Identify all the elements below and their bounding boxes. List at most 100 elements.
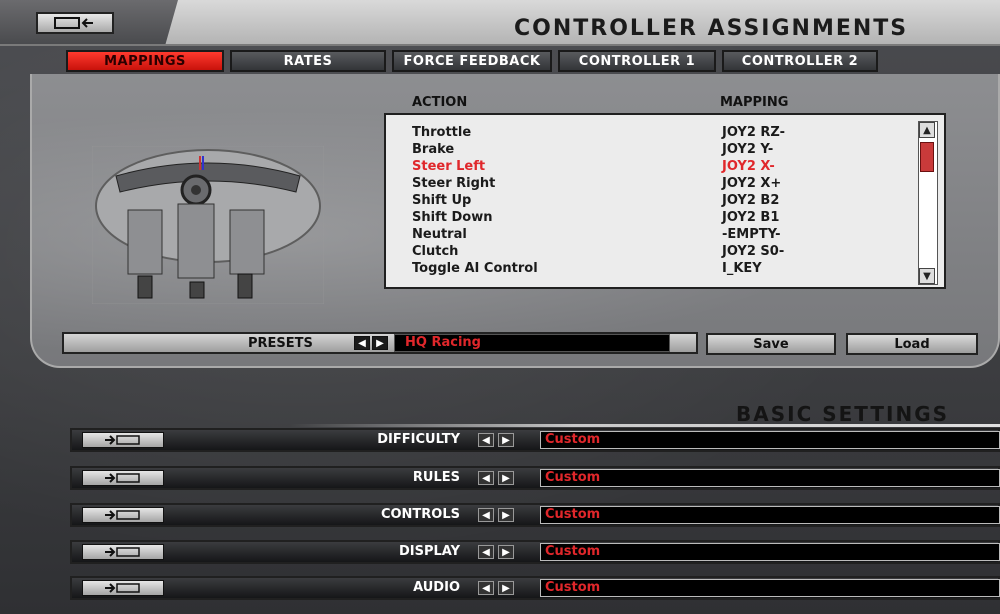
action-label: Clutch — [412, 244, 459, 259]
setting-label: DISPLAY — [398, 544, 460, 559]
chevron-left-icon: ◀ — [482, 472, 490, 484]
action-label: Neutral — [412, 227, 467, 242]
setting-prev-button[interactable]: ◀ — [478, 508, 494, 522]
presets-prev-button[interactable]: ◀ — [354, 336, 370, 350]
chevron-up-icon: ▲ — [923, 124, 931, 136]
setting-label: DIFFICULTY — [377, 432, 460, 447]
action-label: Steer Right — [412, 176, 496, 191]
save-button[interactable]: Save — [706, 333, 836, 355]
setting-next-button[interactable]: ▶ — [498, 433, 514, 447]
list-scrollbar[interactable]: ▲ ▼ — [918, 121, 938, 285]
scroll-thumb[interactable] — [920, 142, 934, 172]
setting-label: AUDIO — [413, 580, 460, 595]
action-label: Shift Up — [412, 193, 472, 208]
setting-difficulty: DIFFICULTY ◀ ▶ Custom — [70, 428, 1000, 452]
chevron-right-icon: ▶ — [376, 337, 384, 349]
list-item[interactable]: Throttle JOY2 RZ- — [412, 125, 785, 142]
setting-prev-button[interactable]: ◀ — [478, 433, 494, 447]
action-label: Throttle — [412, 125, 472, 140]
chevron-left-icon: ◀ — [482, 434, 490, 446]
mapping-value: JOY2 B2 — [722, 193, 780, 208]
action-label: Brake — [412, 142, 455, 157]
back-button[interactable] — [36, 12, 114, 34]
basic-settings-title: BASIC SETTINGS — [736, 402, 950, 426]
chevron-left-icon: ◀ — [482, 509, 490, 521]
action-label: Steer Left — [412, 159, 486, 174]
section-divider — [290, 424, 1000, 427]
setting-value[interactable]: Custom — [540, 543, 1000, 561]
setting-next-button[interactable]: ▶ — [498, 581, 514, 595]
scroll-up-button[interactable]: ▲ — [919, 122, 935, 138]
setting-value[interactable]: Custom — [540, 431, 1000, 449]
mapping-value: JOY2 X- — [722, 159, 775, 174]
setting-value[interactable]: Custom — [540, 579, 1000, 597]
mapping-column-header: MAPPING — [720, 95, 789, 110]
page-title: CONTROLLER ASSIGNMENTS — [514, 16, 909, 41]
setting-controls: CONTROLS ◀ ▶ Custom — [70, 503, 1000, 527]
scroll-down-button[interactable]: ▼ — [919, 268, 935, 284]
setting-value[interactable]: Custom — [540, 469, 1000, 487]
setting-next-button[interactable]: ▶ — [498, 508, 514, 522]
car-cockpit-diagram — [92, 146, 324, 304]
setting-audio: AUDIO ◀ ▶ Custom — [70, 576, 1000, 600]
mapping-value: -EMPTY- — [722, 227, 781, 242]
list-item-selected[interactable]: Steer Left JOY2 X- — [412, 159, 775, 176]
setting-value[interactable]: Custom — [540, 506, 1000, 524]
list-item[interactable]: Neutral -EMPTY- — [412, 227, 781, 244]
action-label: Toggle AI Control — [412, 261, 538, 276]
chevron-left-icon: ◀ — [482, 582, 490, 594]
chevron-right-icon: ▶ — [502, 472, 510, 484]
setting-label: CONTROLS — [380, 507, 460, 522]
tab-rates[interactable]: RATES — [230, 50, 386, 72]
setting-label: RULES — [412, 470, 460, 485]
chevron-right-icon: ▶ — [502, 582, 510, 594]
expand-difficulty-button[interactable] — [82, 432, 164, 448]
list-item[interactable]: Brake JOY2 Y- — [412, 142, 773, 159]
forward-arrow-icon — [105, 547, 140, 557]
chevron-left-icon: ◀ — [482, 546, 490, 558]
list-item[interactable]: Steer Right JOY2 X+ — [412, 176, 781, 193]
list-item[interactable]: Shift Down JOY2 B1 — [412, 210, 779, 227]
tab-controller-1[interactable]: CONTROLLER 1 — [558, 50, 716, 72]
back-arrow-icon — [54, 17, 93, 29]
expand-controls-button[interactable] — [82, 507, 164, 523]
setting-rules: RULES ◀ ▶ Custom — [70, 466, 1000, 490]
setting-display: DISPLAY ◀ ▶ Custom — [70, 540, 1000, 564]
mapping-value: JOY2 RZ- — [722, 125, 786, 140]
top-bar: CONTROLLER ASSIGNMENTS — [0, 0, 1000, 46]
mapping-value: I_KEY — [722, 261, 762, 276]
mapping-value: JOY2 X+ — [722, 176, 782, 191]
mapping-value: JOY2 S0- — [722, 244, 785, 259]
setting-next-button[interactable]: ▶ — [498, 471, 514, 485]
setting-next-button[interactable]: ▶ — [498, 545, 514, 559]
presets-value[interactable]: HQ Racing — [394, 334, 670, 352]
mapping-value: JOY2 B1 — [722, 210, 780, 225]
forward-arrow-icon — [105, 473, 140, 483]
list-item[interactable]: Shift Up JOY2 B2 — [412, 193, 779, 210]
load-button[interactable]: Load — [846, 333, 978, 355]
setting-prev-button[interactable]: ◀ — [478, 545, 494, 559]
presets-label: PRESETS — [248, 336, 313, 351]
chevron-right-icon: ▶ — [502, 509, 510, 521]
setting-prev-button[interactable]: ◀ — [478, 581, 494, 595]
tab-force-feedback[interactable]: FORCE FEEDBACK — [392, 50, 552, 72]
list-item[interactable]: Clutch JOY2 S0- — [412, 244, 784, 261]
expand-audio-button[interactable] — [82, 580, 164, 596]
mapping-value: JOY2 Y- — [722, 142, 774, 157]
chevron-right-icon: ▶ — [502, 434, 510, 446]
expand-display-button[interactable] — [82, 544, 164, 560]
expand-rules-button[interactable] — [82, 470, 164, 486]
action-label: Shift Down — [412, 210, 493, 225]
mappings-list[interactable]: Throttle JOY2 RZ- Brake JOY2 Y- Steer Left… — [384, 113, 946, 289]
list-item[interactable]: Toggle AI Control I_KEY — [412, 261, 762, 278]
chevron-left-icon: ◀ — [358, 337, 366, 349]
presets-next-button[interactable]: ▶ — [372, 336, 388, 350]
action-column-header: ACTION — [412, 95, 468, 110]
chevron-down-icon: ▼ — [923, 270, 931, 282]
forward-arrow-icon — [105, 435, 140, 445]
forward-arrow-icon — [105, 510, 140, 520]
forward-arrow-icon — [105, 583, 140, 593]
tab-controller-2[interactable]: CONTROLLER 2 — [722, 50, 878, 72]
setting-prev-button[interactable]: ◀ — [478, 471, 494, 485]
tab-mappings[interactable]: MAPPINGS — [66, 50, 224, 72]
